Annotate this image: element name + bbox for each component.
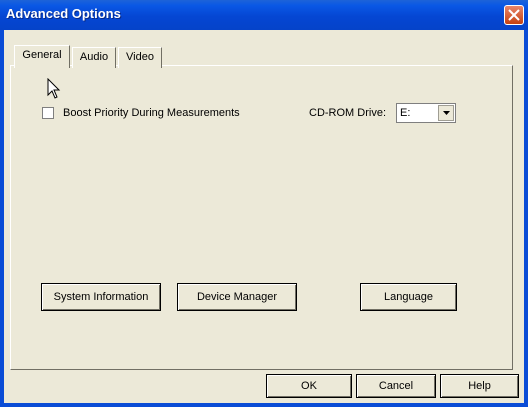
button-label: Cancel <box>378 380 414 392</box>
system-information-button[interactable]: System Information <box>41 283 161 311</box>
boost-priority-label[interactable]: Boost Priority During Measurements <box>63 107 240 119</box>
device-manager-button[interactable]: Device Manager <box>177 283 297 311</box>
title-bar[interactable]: Advanced Options <box>0 0 528 30</box>
cancel-button[interactable]: Cancel <box>356 374 436 398</box>
cdrom-drive-label: CD-ROM Drive: <box>309 107 386 119</box>
window-frame-right <box>524 30 528 407</box>
help-button[interactable]: Help <box>440 374 519 398</box>
cdrom-drive-value: E: <box>400 107 411 119</box>
window-frame-bottom <box>0 403 528 407</box>
close-icon <box>508 9 520 21</box>
tab-general[interactable]: General <box>14 45 70 68</box>
dropdown-arrow-button[interactable] <box>438 105 454 121</box>
tab-label: Audio <box>79 51 109 63</box>
boost-priority-checkbox[interactable] <box>42 107 54 119</box>
window-frame-left <box>0 30 4 407</box>
tab-audio[interactable]: Audio <box>72 47 116 68</box>
button-label: Help <box>468 380 491 392</box>
window-title: Advanced Options <box>6 6 121 21</box>
button-label: OK <box>301 380 317 392</box>
tab-label: General <box>22 49 62 61</box>
close-button[interactable] <box>504 5 524 25</box>
tab-label: Video <box>126 51 154 63</box>
mouse-pointer-icon <box>47 78 61 99</box>
button-label: Device Manager <box>196 291 278 303</box>
chevron-down-icon <box>443 111 450 115</box>
language-button[interactable]: Language <box>360 283 457 311</box>
tab-video[interactable]: Video <box>118 47 162 68</box>
button-label: System Information <box>53 291 149 303</box>
cdrom-drive-select[interactable]: E: <box>396 103 456 123</box>
ok-button[interactable]: OK <box>266 374 352 398</box>
button-label: Language <box>384 291 433 303</box>
